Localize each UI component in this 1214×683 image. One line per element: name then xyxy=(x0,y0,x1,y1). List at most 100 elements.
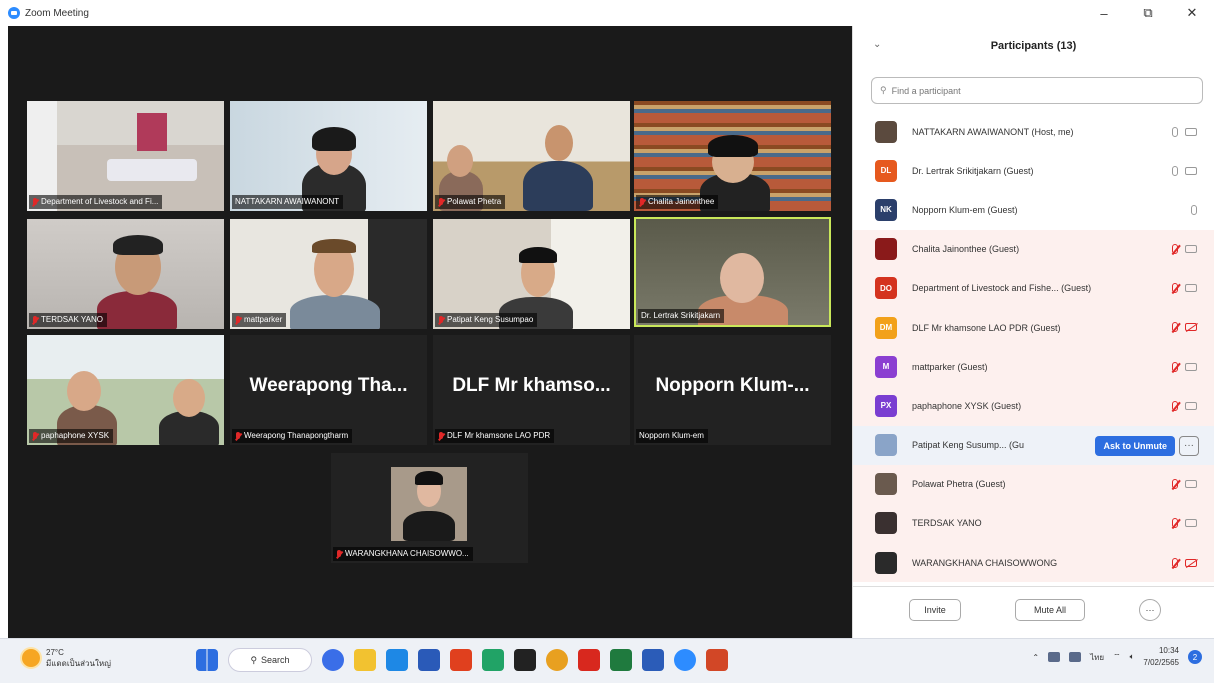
camera-icon[interactable] xyxy=(1185,480,1197,489)
line-icon[interactable] xyxy=(482,649,504,671)
video-tile[interactable]: NATTAKARN AWAIWANONT xyxy=(230,101,427,211)
word-icon[interactable] xyxy=(642,649,664,671)
mic-muted-icon[interactable] xyxy=(1172,361,1178,372)
tile-name: Dr. Lertrak Srikitjakarn xyxy=(641,311,721,320)
video-tile[interactable]: Chalita Jainonthee xyxy=(634,101,831,211)
camera-icon[interactable] xyxy=(1185,245,1197,254)
file-explorer-icon[interactable] xyxy=(354,649,376,671)
participant-status-icons xyxy=(1172,543,1197,582)
chrome-icon[interactable] xyxy=(546,649,568,671)
video-gallery: Department of Livestock and Fi... NATTAK… xyxy=(8,26,852,638)
tile-name: DLF Mr khamsone LAO PDR xyxy=(447,431,551,440)
video-tile-no-video[interactable]: Weerapong Tha... Weerapong Thanapongthar… xyxy=(230,335,427,445)
outlook-icon[interactable] xyxy=(418,649,440,671)
video-tile-no-video[interactable]: DLF Mr khamso... DLF Mr khamsone LAO PDR xyxy=(433,335,630,445)
network-icon[interactable] xyxy=(1069,652,1082,662)
mic-icon[interactable] xyxy=(1172,165,1178,176)
tile-name: WARANGKHANA CHAISOWWO... xyxy=(345,549,469,558)
more-options-button[interactable]: ··· xyxy=(1139,599,1161,621)
video-tile[interactable]: TERDSAK YANO xyxy=(27,219,224,329)
tile-name-label: mattparker xyxy=(232,313,287,327)
zoom-taskbar-icon[interactable] xyxy=(674,649,696,671)
participant-status-icons xyxy=(1172,151,1197,190)
mic-muted-icon xyxy=(438,315,444,325)
search-input[interactable] xyxy=(891,85,1172,96)
powerpoint-icon[interactable] xyxy=(706,649,728,671)
excel-icon[interactable] xyxy=(610,649,632,671)
weather-widget[interactable]: 27°C มีแดดเป็นส่วนใหญ่ xyxy=(22,647,111,669)
camera-icon[interactable] xyxy=(1185,127,1197,136)
office-icon[interactable] xyxy=(450,649,472,671)
cloud-icon[interactable] xyxy=(1048,652,1061,662)
invite-button[interactable]: Invite xyxy=(909,599,961,621)
participant-row[interactable]: Polawat Phetra (Guest) xyxy=(853,464,1214,504)
video-tile-active-speaker[interactable]: Dr. Lertrak Srikitjakarn xyxy=(634,217,831,327)
mic-muted-icon[interactable] xyxy=(1172,283,1178,294)
close-button[interactable]: ✕ xyxy=(1170,0,1214,26)
participant-row[interactable]: WARANGKHANA CHAISOWWONG xyxy=(853,543,1214,583)
participant-name: Polawat Phetra (Guest) xyxy=(912,479,1006,490)
participant-row[interactable]: NK Nopporn Klum-em (Guest) xyxy=(853,190,1214,229)
camera-icon[interactable] xyxy=(1185,519,1197,528)
tile-name: Weerapong Thanapongtharm xyxy=(244,431,349,440)
sticky-notes-icon[interactable] xyxy=(514,649,536,671)
chevron-down-icon[interactable]: ⌄ xyxy=(873,39,881,50)
clock[interactable]: 10:34 7/02/2565 xyxy=(1143,645,1179,669)
mic-muted-icon[interactable] xyxy=(1172,400,1178,411)
video-tile[interactable]: WARANGKHANA CHAISOWWO... xyxy=(331,453,528,563)
ask-to-unmute-button[interactable]: Ask to Unmute xyxy=(1095,435,1175,456)
mic-muted-icon xyxy=(639,197,645,207)
video-tile[interactable]: paphaphone XYSK xyxy=(27,335,224,445)
participant-row[interactable]: Mmattparker (Guest) xyxy=(853,347,1214,387)
mic-muted-icon[interactable] xyxy=(1172,518,1178,529)
volume-icon[interactable]: 🔈︎ xyxy=(1130,652,1135,662)
participant-row[interactable]: DM DLF Mr khamsone LAO PDR (Guest) xyxy=(853,307,1214,348)
notification-badge[interactable]: 2 xyxy=(1188,650,1202,664)
participant-row[interactable]: Chalita Jainonthee (Guest) xyxy=(853,229,1214,269)
camera-icon[interactable] xyxy=(1185,284,1197,293)
mic-muted-icon[interactable] xyxy=(1172,244,1178,255)
tile-name: mattparker xyxy=(244,315,283,324)
mic-icon[interactable] xyxy=(1172,126,1178,137)
participant-row[interactable]: TERDSAK YANO xyxy=(853,503,1214,544)
restore-button[interactable]: ⧉ xyxy=(1126,0,1170,26)
participant-search[interactable]: ⚲ xyxy=(871,77,1203,104)
mic-muted-icon[interactable] xyxy=(1172,322,1178,333)
store-icon[interactable] xyxy=(386,649,408,671)
video-tile-no-video[interactable]: Nopporn Klum-... Nopporn Klum-em xyxy=(634,335,831,445)
weather-desc: มีแดดเป็นส่วนใหญ่ xyxy=(46,659,111,668)
taskbar-search[interactable]: ⚲ Search xyxy=(228,648,312,672)
tile-big-name: Weerapong Tha... xyxy=(249,375,408,396)
camera-icon[interactable] xyxy=(1185,166,1197,175)
camera-off-icon[interactable] xyxy=(1185,323,1197,332)
video-tile[interactable]: Patipat Keng Susumpao xyxy=(433,219,630,329)
avatar: DL xyxy=(875,159,897,182)
mic-icon[interactable] xyxy=(1191,204,1197,215)
acrobat-icon[interactable] xyxy=(578,649,600,671)
avatar xyxy=(875,512,897,535)
wifi-icon[interactable]: ⌔ xyxy=(1113,652,1121,662)
minimize-button[interactable]: – xyxy=(1082,0,1126,26)
camera-off-icon[interactable] xyxy=(1185,558,1197,567)
participant-name: Dr. Lertrak Srikitjakarn (Guest) xyxy=(912,165,1034,176)
mic-muted-icon[interactable] xyxy=(1172,557,1178,568)
camera-icon[interactable] xyxy=(1185,401,1197,410)
participant-row[interactable]: PX paphaphone XYSK (Guest) xyxy=(853,386,1214,426)
language-indicator[interactable]: ไทย xyxy=(1090,651,1104,664)
video-tile[interactable]: mattparker xyxy=(230,219,427,329)
participant-row[interactable]: NATTAKARN AWAIWANONT (Host, me) xyxy=(853,112,1214,151)
participant-row[interactable]: Patipat Keng Susump... (Gu Ask to Unmute ·… xyxy=(853,425,1214,465)
video-tile[interactable]: Department of Livestock and Fi... xyxy=(27,101,224,211)
participant-more-button[interactable]: ··· xyxy=(1179,435,1199,456)
chevron-up-icon[interactable]: ⌃ xyxy=(1032,653,1039,662)
participant-row[interactable]: DO Department of Livestock and Fishe... (… xyxy=(853,268,1214,308)
camera-icon[interactable] xyxy=(1185,362,1197,371)
windows-start-icon[interactable] xyxy=(196,649,218,671)
mute-all-button[interactable]: Mute All xyxy=(1015,599,1085,621)
participant-row[interactable]: DL Dr. Lertrak Srikitjakarn (Guest) xyxy=(853,151,1214,190)
video-tile[interactable]: Polawat Phetra xyxy=(433,101,630,211)
clock-date: 7/02/2565 xyxy=(1143,658,1179,667)
mic-muted-icon[interactable] xyxy=(1172,479,1178,490)
avatar: M xyxy=(875,355,897,378)
chat-icon[interactable] xyxy=(322,649,344,671)
